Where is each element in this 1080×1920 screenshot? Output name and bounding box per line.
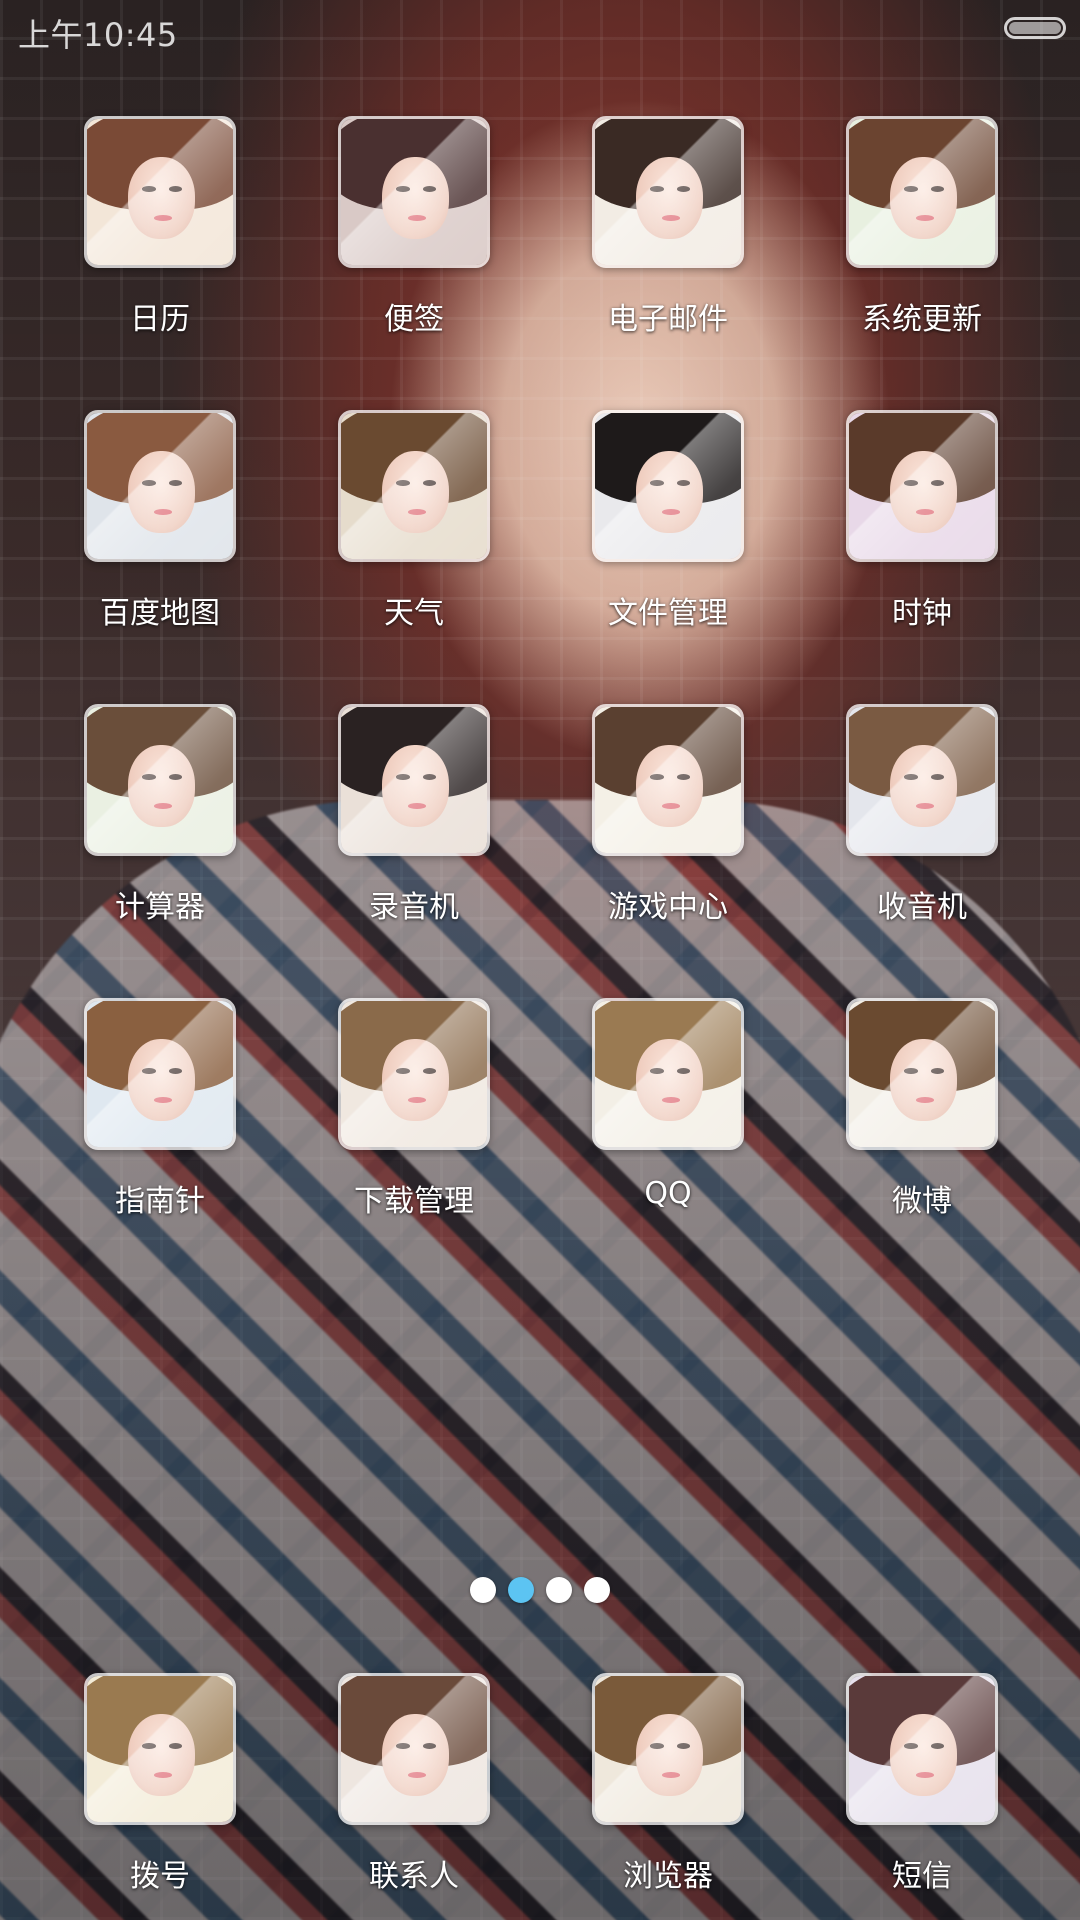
battery-icon	[1004, 17, 1066, 39]
home-screen: 上午10:45 日历 便签 电子邮件 系统更新 百度地图 天气 文件管理 时钟	[0, 0, 1080, 1920]
notes-icon	[338, 116, 490, 268]
page-dot-1[interactable]	[470, 1577, 496, 1603]
icon-glass-glare	[595, 1001, 741, 1147]
status-bar: 上午10:45	[0, 0, 1080, 58]
app-weibo[interactable]: 微博	[795, 998, 1049, 1220]
icon-glass-glare	[595, 1676, 741, 1822]
app-label: 电子邮件	[608, 302, 728, 337]
app-label: 便签	[384, 302, 444, 337]
app-label: QQ	[644, 1176, 692, 1211]
icon-glass-glare	[341, 1001, 487, 1147]
app-system-update[interactable]: 系统更新	[795, 116, 1049, 338]
compass-icon	[84, 998, 236, 1150]
radio-icon	[846, 704, 998, 856]
icon-glass-glare	[849, 413, 995, 559]
calculator-icon	[84, 704, 236, 856]
app-label: 联系人	[369, 1859, 459, 1894]
browser-icon	[592, 1673, 744, 1825]
dock-contacts[interactable]: 联系人	[287, 1673, 541, 1895]
app-label: 微博	[892, 1184, 952, 1219]
app-calculator[interactable]: 计算器	[33, 704, 287, 926]
icon-glass-glare	[595, 119, 741, 265]
status-time: 上午10:45	[18, 16, 178, 54]
app-clock[interactable]: 时钟	[795, 410, 1049, 632]
weibo-icon	[846, 998, 998, 1150]
app-weather[interactable]: 天气	[287, 410, 541, 632]
app-label: 短信	[892, 1859, 952, 1894]
game-center-icon	[592, 704, 744, 856]
app-label: 日历	[130, 302, 190, 337]
icon-glass-glare	[849, 119, 995, 265]
app-label: 收音机	[877, 890, 967, 925]
page-indicator[interactable]	[0, 1577, 1080, 1605]
icon-glass-glare	[595, 707, 741, 853]
icon-glass-glare	[849, 1676, 995, 1822]
app-label: 计算器	[115, 890, 205, 925]
app-label: 指南针	[115, 1184, 205, 1219]
icon-glass-glare	[595, 413, 741, 559]
app-label: 下载管理	[354, 1184, 474, 1219]
app-label: 百度地图	[100, 596, 220, 631]
clock-icon	[846, 410, 998, 562]
app-file-manager[interactable]: 文件管理	[541, 410, 795, 632]
contacts-icon	[338, 1673, 490, 1825]
app-email[interactable]: 电子邮件	[541, 116, 795, 338]
phone-icon	[84, 1673, 236, 1825]
baidu-map-icon	[84, 410, 236, 562]
app-label: 浏览器	[623, 1859, 713, 1894]
app-compass[interactable]: 指南针	[33, 998, 287, 1220]
app-notes[interactable]: 便签	[287, 116, 541, 338]
page-dot-2-active[interactable]	[508, 1577, 534, 1603]
app-label: 时钟	[892, 596, 952, 631]
download-manager-icon	[338, 998, 490, 1150]
app-label: 录音机	[369, 890, 459, 925]
battery-level	[1009, 22, 1061, 34]
weather-icon	[338, 410, 490, 562]
qq-icon	[592, 998, 744, 1150]
page-dot-4[interactable]	[584, 1577, 610, 1603]
page-dot-3[interactable]	[546, 1577, 572, 1603]
app-game-center[interactable]: 游戏中心	[541, 704, 795, 926]
dock-phone[interactable]: 拨号	[33, 1673, 287, 1895]
app-label: 天气	[384, 596, 444, 631]
app-download-manager[interactable]: 下载管理	[287, 998, 541, 1220]
dock-sms[interactable]: 短信	[795, 1673, 1049, 1895]
file-manager-icon	[592, 410, 744, 562]
icon-glass-glare	[87, 119, 233, 265]
dock-browser[interactable]: 浏览器	[541, 1673, 795, 1895]
icon-glass-glare	[87, 413, 233, 559]
app-calendar[interactable]: 日历	[33, 116, 287, 338]
email-icon	[592, 116, 744, 268]
app-label: 拨号	[130, 1859, 190, 1894]
app-radio[interactable]: 收音机	[795, 704, 1049, 926]
app-label: 系统更新	[862, 302, 982, 337]
app-baidu-map[interactable]: 百度地图	[33, 410, 287, 632]
recorder-icon	[338, 704, 490, 856]
icon-glass-glare	[849, 1001, 995, 1147]
calendar-icon	[84, 116, 236, 268]
icon-glass-glare	[341, 119, 487, 265]
icon-glass-glare	[87, 707, 233, 853]
app-label: 游戏中心	[608, 890, 728, 925]
app-recorder[interactable]: 录音机	[287, 704, 541, 926]
icon-glass-glare	[341, 413, 487, 559]
app-qq[interactable]: QQ	[541, 998, 795, 1211]
icon-glass-glare	[341, 707, 487, 853]
system-update-icon	[846, 116, 998, 268]
icon-glass-glare	[87, 1676, 233, 1822]
icon-glass-glare	[87, 1001, 233, 1147]
sms-icon	[846, 1673, 998, 1825]
icon-glass-glare	[341, 1676, 487, 1822]
icon-glass-glare	[849, 707, 995, 853]
app-label: 文件管理	[608, 596, 728, 631]
